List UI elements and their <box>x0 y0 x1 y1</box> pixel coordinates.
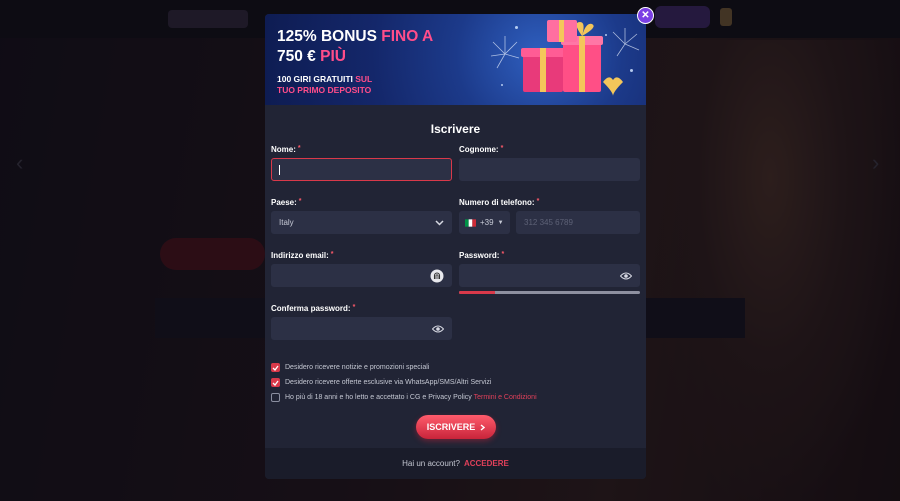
terms-link[interactable]: Termini e Condizioni <box>474 394 537 401</box>
surname-label: Cognome: * <box>459 145 504 154</box>
password-input[interactable] <box>459 264 640 287</box>
name-input[interactable] <box>271 158 452 181</box>
gift-boxes-icon <box>490 20 640 96</box>
chevron-down-icon <box>435 219 444 226</box>
phone-label: Numero di telefono: * <box>459 198 540 207</box>
phone-country-code-select[interactable]: +39 ▼ <box>459 211 510 234</box>
close-modal-button[interactable]: ✕ <box>637 7 654 24</box>
consent-terms-row[interactable]: Ho più di 18 anni e ho letto e accettato… <box>271 393 537 402</box>
italy-flag-icon <box>465 218 476 227</box>
chevron-right-icon <box>480 423 486 431</box>
phone-number-input[interactable]: 312 345 6789 <box>516 211 640 234</box>
password-strength-bar <box>459 291 640 294</box>
consent-news-checkbox[interactable] <box>271 363 280 372</box>
banner-title: 125% BONUS FINO A 750 € PIÙ <box>277 28 434 65</box>
consent-whatsapp-checkbox[interactable] <box>271 378 280 387</box>
confirm-password-label: Conferma password: * <box>271 304 356 313</box>
caret-down-icon: ▼ <box>497 219 504 226</box>
eye-icon[interactable] <box>620 272 632 280</box>
email-label: Indirizzo email: * <box>271 251 334 260</box>
password-strength-fill <box>459 291 496 294</box>
banner-subtitle: 100 GIRI GRATUITI SUL TUO PRIMO DEPOSITO <box>277 74 373 95</box>
checkmark-icon <box>272 380 279 386</box>
consent-news-row[interactable]: Desidero ricevere notizie e promozioni s… <box>271 363 429 372</box>
name-label: Nome: * <box>271 145 301 154</box>
country-label: Paese: * <box>271 198 302 207</box>
register-submit-button[interactable]: ISCRIVERE <box>416 415 496 439</box>
form-title: Iscrivere <box>430 122 481 136</box>
password-label: Password: * <box>459 251 505 260</box>
consent-whatsapp-row[interactable]: Desidero ricevere offerte esclusive via … <box>271 378 491 387</box>
autofill-key-icon[interactable] <box>430 269 444 283</box>
country-select[interactable]: Italy <box>271 211 452 234</box>
login-footer: Hai un account? ACCEDERE <box>265 448 646 479</box>
text-caret <box>279 164 280 175</box>
consent-terms-checkbox[interactable] <box>271 393 280 402</box>
registration-modal: 125% BONUS FINO A 750 € PIÙ 100 GIRI GRA… <box>265 7 654 479</box>
login-link[interactable]: ACCEDERE <box>464 459 509 468</box>
surname-input[interactable] <box>459 158 640 181</box>
confirm-password-input[interactable] <box>271 317 452 340</box>
checkmark-icon <box>272 365 279 371</box>
eye-icon[interactable] <box>432 325 444 333</box>
email-input[interactable] <box>271 264 452 287</box>
bonus-banner: 125% BONUS FINO A 750 € PIÙ 100 GIRI GRA… <box>265 14 646 105</box>
close-icon: ✕ <box>641 9 650 21</box>
